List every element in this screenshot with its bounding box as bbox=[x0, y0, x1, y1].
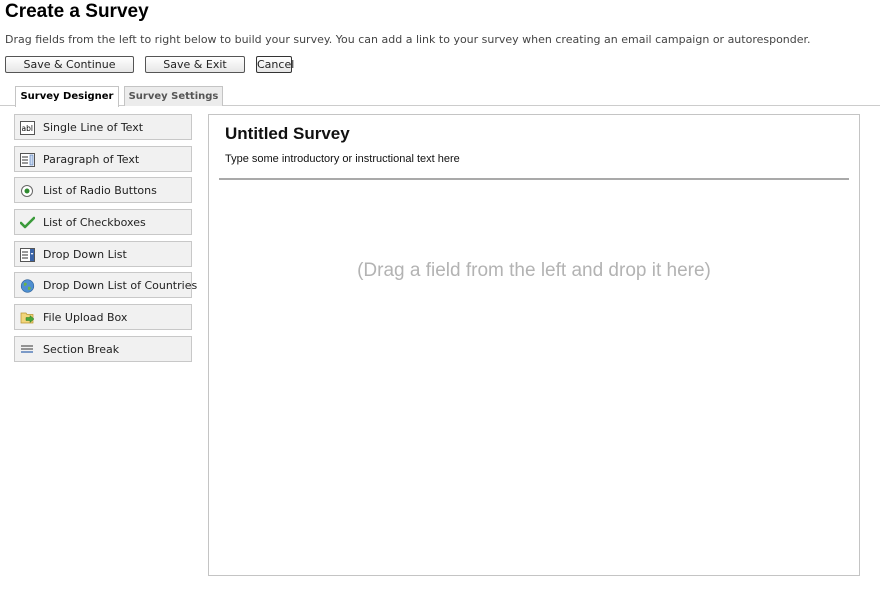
field-dropdown-list[interactable]: Drop Down List bbox=[14, 240, 192, 267]
cancel-button[interactable]: Cancel bbox=[256, 56, 294, 73]
field-country-dropdown[interactable]: Drop Down List of Countries bbox=[14, 272, 197, 299]
svg-text:abl: abl bbox=[22, 124, 33, 133]
field-paragraph-text[interactable]: Paragraph of Text bbox=[14, 145, 192, 172]
paragraph-icon bbox=[20, 152, 35, 167]
checkmark-icon bbox=[19, 215, 36, 229]
field-single-line-text[interactable]: abl Single Line of Text bbox=[14, 114, 192, 140]
dropdown-icon bbox=[20, 247, 35, 262]
field-label: File Upload Box bbox=[43, 311, 128, 325]
survey-canvas[interactable]: Untitled Survey Type some introductory o… bbox=[208, 114, 860, 576]
field-section-break[interactable]: Section Break bbox=[14, 335, 192, 362]
field-label: Drop Down List of Countries bbox=[43, 279, 198, 293]
field-radio-list[interactable]: List of Radio Buttons bbox=[14, 177, 192, 204]
tab-survey-settings[interactable]: Survey Settings bbox=[124, 86, 223, 106]
field-label: Drop Down List bbox=[43, 247, 127, 261]
globe-icon bbox=[20, 278, 35, 294]
drop-zone-hint: (Drag a field from the left and drop it … bbox=[357, 260, 711, 281]
survey-title[interactable]: Untitled Survey bbox=[225, 124, 350, 144]
page-title: Create a Survey bbox=[5, 1, 149, 22]
survey-header-divider bbox=[219, 178, 849, 180]
text-field-icon: abl bbox=[20, 120, 35, 135]
field-label: Single Line of Text bbox=[43, 121, 144, 134]
field-checkbox-list[interactable]: List of Checkboxes bbox=[14, 209, 192, 236]
save-exit-button[interactable]: Save & Exit bbox=[145, 56, 245, 73]
save-continue-button[interactable]: Save & Continue bbox=[5, 56, 134, 73]
field-label: Paragraph of Text bbox=[43, 152, 140, 166]
field-file-upload[interactable]: File Upload Box bbox=[14, 304, 192, 331]
section-break-icon bbox=[20, 342, 35, 356]
page-instructions: Drag fields from the left to right below… bbox=[5, 33, 811, 46]
file-upload-icon bbox=[20, 310, 35, 324]
field-palette: abl Single Line of Text Paragraph of Tex… bbox=[14, 114, 197, 368]
field-label: List of Checkboxes bbox=[43, 216, 146, 230]
tab-survey-designer[interactable]: Survey Designer bbox=[15, 86, 119, 107]
field-label: List of Radio Buttons bbox=[43, 184, 157, 198]
field-label: Section Break bbox=[43, 342, 120, 356]
survey-intro-text[interactable]: Type some introductory or instructional … bbox=[225, 153, 460, 165]
radio-button-icon bbox=[20, 183, 35, 198]
